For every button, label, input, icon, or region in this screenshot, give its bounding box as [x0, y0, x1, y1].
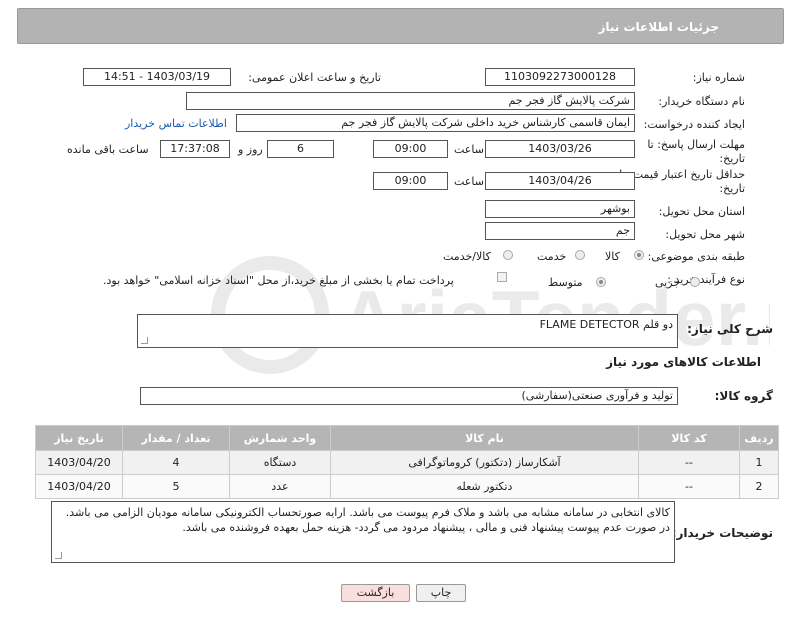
buyer-notes-text: کالای انتخابی در سامانه مشابه می باشد و …: [65, 506, 670, 534]
col-unit: واحد شمارش: [229, 425, 331, 451]
announce-date-field: 1403/03/19 - 14:51: [83, 68, 231, 86]
category-goods-label: کالا: [605, 250, 620, 263]
process-medium-label: متوسط: [548, 276, 583, 289]
validity-time-field: 09:00: [373, 172, 448, 190]
col-date: تاریخ نیاز: [35, 425, 123, 451]
col-code: کد کالا: [638, 425, 740, 451]
deadline-label-date: تاریخ:: [719, 152, 745, 165]
table-header-row: ردیف کد کالا نام کالا واحد شمارش تعداد /…: [35, 425, 779, 451]
category-radio-both[interactable]: [503, 250, 513, 260]
deadline-time-label: ساعت: [454, 143, 484, 156]
cell-date: 1403/04/20: [35, 474, 123, 499]
summary-label: شرح کلی نیاز:: [687, 322, 773, 336]
validity-label: حداقل تاریخ اعتبار قیمت: تا: [619, 168, 745, 181]
goods-group-field: تولید و فرآوری صنعتی(سفارشی): [140, 387, 678, 405]
section-header: جزئیات اطلاعات نیاز: [17, 8, 784, 44]
buyer-org-field: شرکت پالایش گاز فجر جم: [186, 92, 635, 110]
summary-text: دو قلم FLAME DETECTOR: [539, 318, 673, 331]
validity-time-label: ساعت: [454, 175, 484, 188]
cell-qty: 5: [122, 474, 230, 499]
deadline-time-field: 09:00: [373, 140, 448, 158]
days-label: روز و: [238, 143, 263, 156]
need-number-field: 1103092273000128: [485, 68, 635, 86]
buyer-notes-label: توضیحات خریدار:: [671, 526, 773, 540]
city-field: جم: [485, 222, 635, 240]
buyer-notes-textarea[interactable]: کالای انتخابی در سامانه مشابه می باشد و …: [51, 501, 675, 563]
section-title: جزئیات اطلاعات نیاز: [598, 20, 719, 34]
cell-code: --: [638, 474, 740, 499]
city-label: شهر محل تحویل:: [665, 228, 745, 241]
process-partial-label: جزیی: [655, 276, 681, 289]
remaining-time-field: 17:37:08: [160, 140, 230, 158]
creator-label: ایجاد کننده درخواست:: [643, 118, 745, 131]
category-service-label: خدمت: [537, 250, 567, 263]
cell-unit: عدد: [229, 474, 331, 499]
table-row[interactable]: 1 -- آشکارساز (دتکتور) کروماتوگرافی دستگ…: [35, 450, 779, 475]
category-label: طبقه بندی موضوعی:: [647, 250, 745, 263]
province-field: بوشهر: [485, 200, 635, 218]
col-name: نام کالا: [330, 425, 639, 451]
goods-table: ردیف کد کالا نام کالا واحد شمارش تعداد /…: [35, 425, 779, 499]
buyer-contact-link[interactable]: اطلاعات تماس خریدار: [125, 117, 227, 130]
resize-handle-icon[interactable]: [55, 552, 62, 559]
summary-textarea[interactable]: دو قلم FLAME DETECTOR: [137, 314, 678, 348]
category-radio-service[interactable]: [575, 250, 585, 260]
treasury-checkbox[interactable]: [497, 272, 507, 282]
cell-qty: 4: [122, 450, 230, 475]
cell-name: آشکارساز (دتکتور) کروماتوگرافی: [330, 450, 639, 475]
province-label: استان محل تحویل:: [658, 205, 745, 218]
cell-name: دتکتور شعله: [330, 474, 639, 499]
page: AriaTender.net جزئیات اطلاعات نیاز شماره…: [0, 0, 789, 620]
goods-info-title: اطلاعات کالاهای مورد نیاز: [606, 355, 761, 369]
deadline-date-field: 1403/03/26: [485, 140, 635, 158]
category-both-label: کالا/خدمت: [443, 250, 491, 263]
back-button[interactable]: بازگشت: [341, 584, 410, 602]
buyer-org-label: نام دستگاه خریدار:: [658, 95, 745, 108]
deadline-label: مهلت ارسال پاسخ: تا: [647, 138, 745, 151]
creator-field: ایمان قاسمی کارشناس خرید داخلی شرکت پالا…: [236, 114, 635, 132]
cell-row: 2: [739, 474, 779, 499]
col-qty: تعداد / مقدار: [122, 425, 230, 451]
goods-group-label: گروه کالا:: [714, 389, 773, 403]
process-radio-partial[interactable]: [690, 277, 700, 287]
validity-date-field: 1403/04/26: [485, 172, 635, 190]
process-radio-medium[interactable]: [596, 277, 606, 287]
table-row[interactable]: 2 -- دتکتور شعله عدد 5 1403/04/20: [35, 474, 779, 499]
validity-label-date: تاریخ:: [719, 182, 745, 195]
cell-date: 1403/04/20: [35, 450, 123, 475]
cell-unit: دستگاه: [229, 450, 331, 475]
need-number-label: شماره نیاز:: [692, 71, 745, 84]
treasury-note: پرداخت تمام یا بخشی از مبلغ خرید،از محل …: [103, 274, 454, 287]
cell-code: --: [638, 450, 740, 475]
remaining-days-field: 6: [267, 140, 334, 158]
resize-handle-icon[interactable]: [141, 337, 148, 344]
print-button[interactable]: چاپ: [416, 584, 466, 602]
remaining-label: ساعت باقی مانده: [67, 143, 149, 156]
cell-row: 1: [739, 450, 779, 475]
announce-label: تاریخ و ساعت اعلان عمومی:: [248, 71, 381, 84]
category-radio-goods[interactable]: [634, 250, 644, 260]
col-row: ردیف: [739, 425, 779, 451]
